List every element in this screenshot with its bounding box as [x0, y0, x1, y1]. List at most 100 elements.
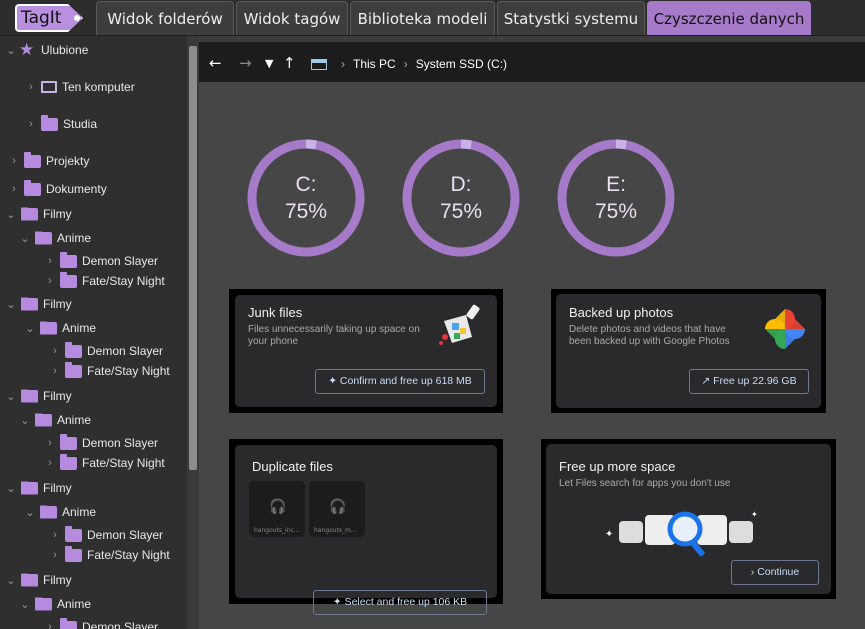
tree-item-documents[interactable]: › Dokumenty [8, 179, 107, 199]
chevron-right-icon[interactable]: › [25, 118, 37, 130]
tree-label: Filmy [43, 481, 72, 495]
tree-item-demon-slayer[interactable]: › Demon Slayer [49, 341, 163, 361]
breadcrumb-drive[interactable]: System SSD (C:) [416, 57, 507, 71]
free-up-photos-button[interactable]: ↗ Free up 22.96 GB [689, 369, 809, 394]
tree-item-movies[interactable]: ⌄ Filmy [5, 478, 72, 498]
folder-open-icon [21, 573, 38, 587]
chevron-down-icon[interactable]: ⌄ [24, 322, 36, 335]
select-free-duplicates-button[interactable]: ✦ Select and free up 106 KB [313, 590, 487, 615]
tab-system-stats[interactable]: Statystki systemu [497, 1, 645, 35]
tree-item-fate-stay-night[interactable]: › Fate/Stay Night [44, 453, 165, 473]
tree-item-this-pc[interactable]: › Ten komputer [25, 77, 135, 97]
tree-item-movies[interactable]: ⌄ Filmy [5, 386, 71, 406]
tree-item-demon-slayer[interactable]: › Demon Slayer [44, 251, 158, 271]
card-description: Files unnecessarily taking up space on [248, 324, 420, 335]
up-arrow-icon[interactable]: ↑ [283, 54, 296, 72]
chevron-down-icon[interactable]: ⌄ [5, 390, 17, 403]
folder-icon [60, 433, 77, 450]
folder-open-icon [21, 207, 38, 221]
chevron-down-icon[interactable]: ⌄ [24, 506, 36, 519]
tree-item-anime[interactable]: ⌄ Anime [24, 502, 96, 522]
drive-d-percent: 75% [439, 200, 483, 223]
cleaning-brush-icon [439, 304, 480, 345]
chevron-down-icon[interactable]: ⌄ [19, 598, 31, 611]
back-arrow-icon[interactable]: ← [209, 54, 222, 72]
tree-item-studio[interactable]: › Studia [25, 114, 97, 134]
folder-open-icon [21, 389, 38, 403]
confirm-free-junk-button[interactable]: ✦ Confirm and free up 618 MB [315, 369, 485, 394]
history-chevron-icon[interactable]: ▼ [265, 57, 273, 70]
chevron-right-icon[interactable]: › [49, 365, 61, 377]
tree-label: Demon Slayer [82, 620, 159, 629]
tree-label: Anime [62, 505, 97, 519]
tree-item-anime[interactable]: ⌄ Anime [19, 594, 91, 614]
chevron-down-icon[interactable]: ⌄ [5, 208, 17, 221]
breadcrumb-this-pc[interactable]: This PC [353, 57, 396, 71]
folder-icon [41, 114, 58, 131]
folder-icon [65, 545, 82, 562]
button-label: Select and free up 106 KB [344, 596, 468, 608]
chevron-right-icon[interactable]: › [49, 345, 61, 357]
tree-label: Fate/Stay Night [82, 456, 165, 470]
continue-button[interactable]: › Continue [731, 560, 819, 585]
chevron-right-icon[interactable]: › [44, 621, 56, 629]
address-bar: ← → ▼ ↑ › This PC › System SSD (C:) [199, 36, 865, 82]
chevron-right-icon[interactable]: › [8, 183, 20, 195]
card-description: your phone [248, 336, 299, 347]
backed-up-photos-card: Backed up photos Delete photos and video… [551, 289, 826, 413]
chevron-down-icon[interactable]: ⌄ [5, 44, 17, 57]
sidebar-scrollbar-thumb[interactable] [189, 46, 197, 470]
tree-item-fate-stay-night[interactable]: › Fate/Stay Night [49, 361, 170, 381]
tree-label: Fate/Stay Night [82, 274, 165, 288]
tree-label: Studia [63, 117, 98, 131]
app-logo: TagIt [15, 4, 83, 32]
tab-tag-view[interactable]: Widok tagów [236, 1, 348, 35]
folder-open-icon [35, 413, 52, 427]
chevron-down-icon[interactable]: ⌄ [5, 298, 17, 311]
tree-item-anime[interactable]: ⌄ Anime [19, 410, 91, 430]
chevron-right-icon[interactable]: › [44, 255, 56, 267]
tree-item-fate-stay-night[interactable]: › Fate/Stay Night [44, 271, 165, 291]
tree-item-anime[interactable]: ⌄ Anime [24, 318, 96, 338]
tree-item-movies[interactable]: ⌄ Filmy [5, 294, 71, 314]
folder-icon [65, 525, 82, 542]
chevron-right-icon[interactable]: › [49, 529, 61, 541]
tree-item-fate-stay-night[interactable]: › Fate/Stay Night [49, 545, 170, 565]
chevron-down-icon[interactable]: ⌄ [19, 414, 31, 427]
tree-item-demon-slayer[interactable]: › Demon Slayer [49, 525, 163, 545]
chevron-down-icon[interactable]: ⌄ [5, 574, 17, 587]
folder-icon [24, 151, 41, 168]
tree-item-demon-slayer[interactable]: › Demon Slayer [44, 617, 158, 629]
tab-folder-view[interactable]: Widok folderów [96, 1, 234, 35]
duplicate-thumbnail[interactable]: 🎧 hangouts_m... [309, 481, 365, 537]
tree-item-anime[interactable]: ⌄ Anime [19, 228, 91, 248]
tree-label: Anime [57, 597, 92, 611]
duplicate-thumbnail[interactable]: 🎧 hangouts_inc... [249, 481, 305, 537]
chevron-right-icon[interactable]: › [25, 81, 37, 93]
chevron-down-icon[interactable]: ⌄ [5, 482, 17, 495]
tree-item-movies[interactable]: ⌄ Filmy [5, 204, 71, 224]
chevron-right-icon[interactable]: › [8, 155, 20, 167]
folder-icon [60, 271, 77, 288]
chevron-right-icon[interactable]: › [49, 549, 61, 561]
junk-files-card: Junk files Files unnecessarily taking up… [229, 289, 503, 413]
tab-model-library[interactable]: Biblioteka modeli [350, 1, 495, 35]
drive-e-percent: 75% [594, 200, 638, 223]
sparkle-icon: ✦ [332, 596, 345, 608]
chevron-right-icon[interactable]: › [44, 275, 56, 287]
card-title: Backed up photos [569, 305, 674, 320]
tree-item-demon-slayer[interactable]: › Demon Slayer [44, 433, 158, 453]
chevron-down-icon[interactable]: ⌄ [19, 232, 31, 245]
drive-d-letter: D: [450, 173, 472, 196]
chevron-right-icon[interactable]: › [44, 437, 56, 449]
tree-item-projects[interactable]: › Projekty [8, 151, 89, 171]
forward-arrow-icon[interactable]: → [239, 54, 252, 72]
tree-label: Anime [62, 321, 97, 335]
chevron-right-icon[interactable]: › [44, 457, 56, 469]
tree-item-favorites[interactable]: ⌄ ★ Ulubione [5, 40, 88, 60]
tab-data-cleanup[interactable]: Czyszczenie danych [647, 1, 811, 35]
folder-icon [60, 617, 77, 629]
tree-item-movies[interactable]: ⌄ Filmy [5, 570, 71, 590]
card-title: Free up more space [559, 459, 676, 474]
button-label: Continue [757, 566, 800, 578]
